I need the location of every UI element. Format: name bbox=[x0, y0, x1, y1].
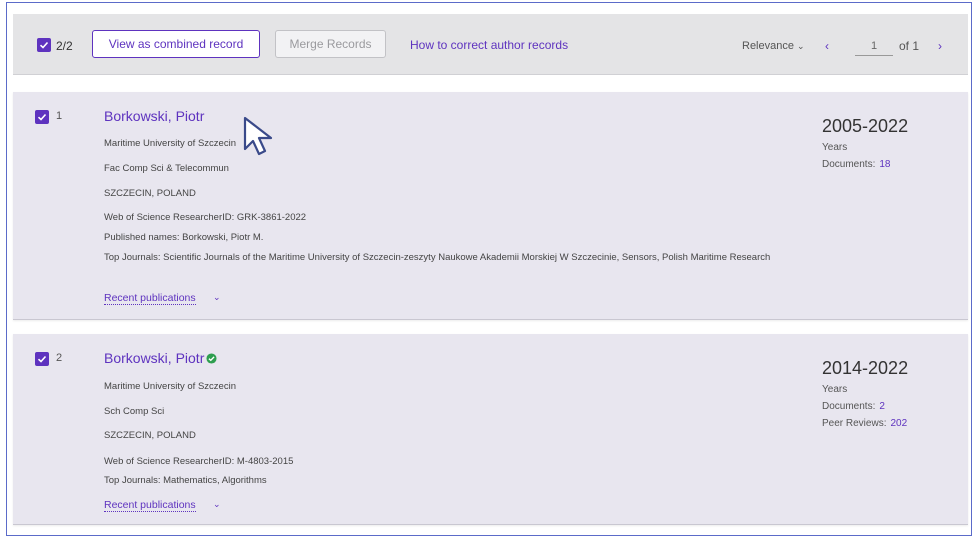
chevron-down-icon[interactable]: ⌄ bbox=[213, 499, 221, 510]
peer-reviews-count-link[interactable]: 202 bbox=[890, 418, 907, 429]
checkmark-icon bbox=[39, 41, 49, 49]
documents-label: Documents: bbox=[822, 159, 876, 170]
view-combined-record-button[interactable]: View as combined record bbox=[92, 30, 260, 58]
years-label: Years bbox=[822, 142, 848, 153]
page-number-input[interactable] bbox=[855, 36, 893, 56]
results-toolbar: 2/2 View as combined record Merge Record… bbox=[13, 14, 968, 75]
top-journals: Top Journals: Scientific Journals of the… bbox=[104, 252, 771, 263]
mouse-pointer-icon bbox=[243, 116, 273, 156]
years-label: Years bbox=[822, 384, 848, 395]
documents-stat: Documents: 18 bbox=[822, 159, 890, 170]
record-index: 2 bbox=[56, 352, 63, 364]
record-checkbox[interactable] bbox=[35, 352, 49, 366]
selected-count: 2/2 bbox=[56, 39, 73, 53]
institution: Maritime University of Szczecin bbox=[104, 138, 236, 149]
merge-records-button[interactable]: Merge Records bbox=[275, 30, 386, 58]
top-journals: Top Journals: Mathematics, Algorithms bbox=[104, 475, 267, 486]
sort-dropdown[interactable]: Relevance ⌄ bbox=[742, 40, 805, 52]
author-record-card: 2 Borkowski, Piotr Maritime University o… bbox=[13, 334, 968, 525]
verified-check-icon bbox=[206, 352, 217, 364]
documents-label: Documents: bbox=[822, 401, 876, 412]
sort-label: Relevance bbox=[742, 40, 794, 52]
documents-count-link[interactable]: 2 bbox=[879, 401, 885, 412]
record-checkbox[interactable] bbox=[35, 110, 49, 124]
active-years: 2014-2022 bbox=[822, 358, 909, 378]
correct-author-records-link[interactable]: How to correct author records bbox=[410, 38, 568, 52]
select-all-checkbox[interactable] bbox=[37, 38, 51, 52]
department: Fac Comp Sci & Telecommun bbox=[104, 163, 229, 174]
documents-stat: Documents: 2 bbox=[822, 401, 885, 412]
peer-reviews-label: Peer Reviews: bbox=[822, 418, 887, 429]
checkmark-icon bbox=[37, 113, 47, 121]
author-name-link[interactable]: Borkowski, Piotr bbox=[104, 108, 204, 124]
page-total: of 1 bbox=[899, 39, 920, 53]
recent-publications-toggle[interactable]: Recent publications bbox=[104, 499, 196, 512]
chevron-down-icon[interactable]: ⌄ bbox=[213, 292, 221, 303]
checkmark-icon bbox=[37, 355, 47, 363]
author-name-text: Borkowski, Piotr bbox=[104, 108, 205, 124]
author-name-text: Borkowski, Piotr bbox=[104, 350, 205, 366]
recent-publications-label: Recent publications bbox=[104, 292, 196, 304]
peer-reviews-stat: Peer Reviews: 202 bbox=[822, 418, 907, 429]
researcher-id: Web of Science ResearcherID: GRK-3861-20… bbox=[104, 212, 307, 223]
record-index: 1 bbox=[56, 110, 63, 122]
location: SZCZECIN, POLAND bbox=[104, 188, 196, 199]
documents-count-link[interactable]: 18 bbox=[879, 159, 890, 170]
department: Sch Comp Sci bbox=[104, 406, 165, 417]
published-names: Published names: Borkowski, Piotr M. bbox=[104, 232, 264, 243]
author-name-link[interactable]: Borkowski, Piotr bbox=[104, 350, 217, 366]
author-record-card: 1 Borkowski, Piotr Maritime University o… bbox=[13, 92, 968, 320]
chevron-down-icon: ⌄ bbox=[797, 41, 805, 51]
recent-publications-toggle[interactable]: Recent publications bbox=[104, 292, 196, 305]
next-page-button[interactable]: › bbox=[938, 39, 942, 53]
institution: Maritime University of Szczecin bbox=[104, 381, 236, 392]
researcher-id: Web of Science ResearcherID: M-4803-2015 bbox=[104, 456, 294, 467]
recent-publications-label: Recent publications bbox=[104, 499, 196, 511]
previous-page-button[interactable]: ‹ bbox=[825, 39, 829, 53]
active-years: 2005-2022 bbox=[822, 116, 909, 136]
location: SZCZECIN, POLAND bbox=[104, 430, 196, 441]
